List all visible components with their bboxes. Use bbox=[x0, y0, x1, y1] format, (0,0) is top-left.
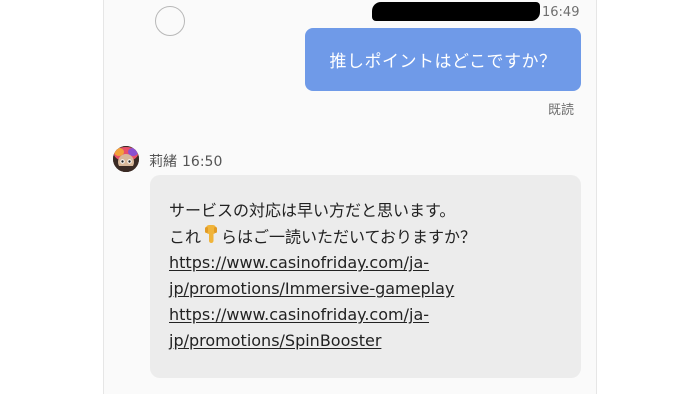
promotion-link-2[interactable]: https://www.casinofriday.com/ja- bbox=[169, 305, 429, 324]
link-1-line-b[interactable]: jp/promotions/Immersive-gameplay bbox=[169, 276, 563, 302]
incoming-timestamp: 16:50 bbox=[182, 154, 223, 170]
link-1-line-a[interactable]: https://www.casinofriday.com/ja- bbox=[169, 250, 563, 276]
sender-name: 莉緒 bbox=[149, 154, 177, 170]
sender-header: 莉緒 16:50 bbox=[149, 151, 227, 171]
outgoing-message-text: 推しポイントはどこですか？ bbox=[329, 52, 557, 72]
read-receipt: 既読 bbox=[548, 103, 575, 118]
sender-avatar[interactable] bbox=[113, 146, 139, 172]
outgoing-message-bubble[interactable]: 推しポイントはどこですか？ bbox=[305, 28, 581, 91]
message-line-2-end: らはご一読いただいておりますか？ bbox=[221, 227, 477, 247]
pointing-down-hand-icon bbox=[203, 224, 219, 252]
promotion-link-2-cont[interactable]: jp/promotions/SpinBooster bbox=[169, 331, 381, 350]
message-line-2: これ らはご一読いただいておりますか？ bbox=[169, 224, 563, 250]
message-line-2-start: これ bbox=[169, 227, 202, 247]
redacted-contact-name bbox=[372, 2, 540, 21]
contact-avatar-placeholder[interactable] bbox=[155, 6, 185, 36]
promotion-link-1-cont[interactable]: jp/promotions/Immersive-gameplay bbox=[169, 279, 454, 298]
promotion-link-1[interactable]: https://www.casinofriday.com/ja- bbox=[169, 253, 429, 272]
link-2-line-b[interactable]: jp/promotions/SpinBooster bbox=[169, 328, 563, 354]
top-timestamp: 16:49 bbox=[542, 5, 580, 20]
message-line-1: サービスの対応は早い方だと思います。 bbox=[169, 201, 456, 220]
incoming-message-bubble[interactable]: サービスの対応は早い方だと思います。 これ らはご一読いただいておりますか？ h… bbox=[150, 175, 581, 378]
link-2-line-a[interactable]: https://www.casinofriday.com/ja- bbox=[169, 302, 563, 328]
sender-avatar-image bbox=[113, 146, 139, 172]
